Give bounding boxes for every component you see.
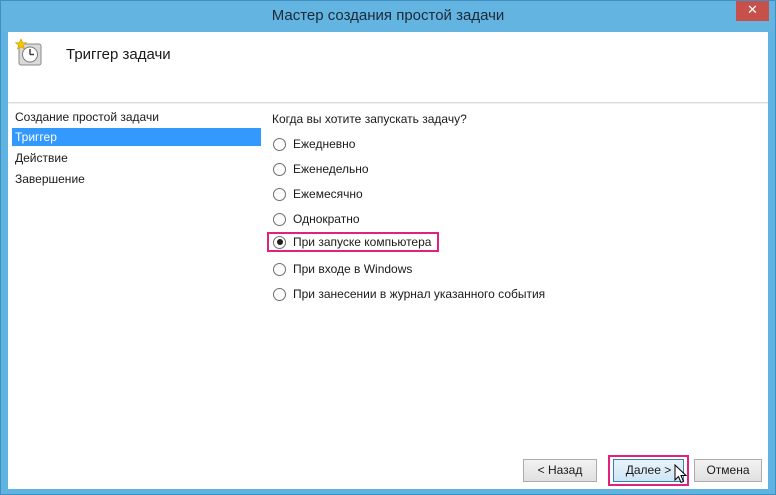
radio-label: Еженедельно bbox=[293, 162, 369, 176]
radio-label: При занесении в журнал указанного событи… bbox=[293, 287, 546, 301]
radio-button[interactable] bbox=[273, 212, 286, 226]
back-button[interactable]: < Назад bbox=[523, 459, 597, 482]
radio-button[interactable] bbox=[273, 287, 286, 301]
wizard-header: Триггер задачи bbox=[8, 32, 768, 103]
trigger-question: Когда вы хотите запускать задачу? bbox=[272, 112, 467, 126]
wizard-client-area: Триггер задачи Создание простой задачи Т… bbox=[8, 32, 768, 489]
wizard-steps-sidebar: Создание простой задачи Триггер Действие… bbox=[8, 104, 265, 489]
radio-button-selected[interactable] bbox=[273, 235, 286, 249]
radio-option-monthly[interactable]: Ежемесячно bbox=[269, 184, 363, 204]
radio-button[interactable] bbox=[273, 162, 286, 176]
radio-label: Однократно bbox=[293, 212, 360, 226]
sidebar-item-create-task[interactable]: Создание простой задачи bbox=[12, 108, 261, 126]
radio-label: Ежемесячно bbox=[293, 187, 363, 201]
radio-option-on-event[interactable]: При занесении в журнал указанного событи… bbox=[269, 284, 545, 304]
radio-button[interactable] bbox=[273, 187, 286, 201]
page-title: Триггер задачи bbox=[66, 46, 171, 63]
radio-option-on-startup[interactable]: При запуске компьютера bbox=[267, 232, 440, 252]
window-title: Мастер создания простой задачи bbox=[271, 7, 505, 24]
sidebar-item-trigger[interactable]: Триггер bbox=[12, 128, 261, 146]
sidebar-item-finish[interactable]: Завершение bbox=[12, 170, 261, 188]
title-bar[interactable]: Мастер создания простой задачи ✕ bbox=[1, 1, 775, 32]
radio-option-on-logon[interactable]: При входе в Windows bbox=[269, 259, 412, 279]
close-button[interactable]: ✕ bbox=[736, 1, 769, 21]
radio-option-daily[interactable]: Ежедневно bbox=[269, 134, 355, 154]
clock-icon bbox=[15, 38, 42, 66]
close-icon: ✕ bbox=[747, 3, 758, 18]
trigger-options-panel: Когда вы хотите запускать задачу? Ежедне… bbox=[265, 104, 768, 489]
cancel-button[interactable]: Отмена bbox=[694, 459, 762, 482]
radio-label: Ежедневно bbox=[293, 137, 356, 151]
radio-option-weekly[interactable]: Еженедельно bbox=[269, 159, 369, 179]
wizard-window: Мастер создания простой задачи ✕ Триггер… bbox=[0, 0, 776, 495]
radio-button[interactable] bbox=[273, 262, 286, 276]
radio-button[interactable] bbox=[273, 137, 286, 151]
mouse-pointer-icon bbox=[674, 464, 687, 484]
radio-option-once[interactable]: Однократно bbox=[269, 209, 360, 229]
radio-label: При запуске компьютера bbox=[293, 235, 432, 249]
radio-label: При входе в Windows bbox=[293, 262, 413, 276]
sidebar-item-action[interactable]: Действие bbox=[12, 149, 261, 167]
